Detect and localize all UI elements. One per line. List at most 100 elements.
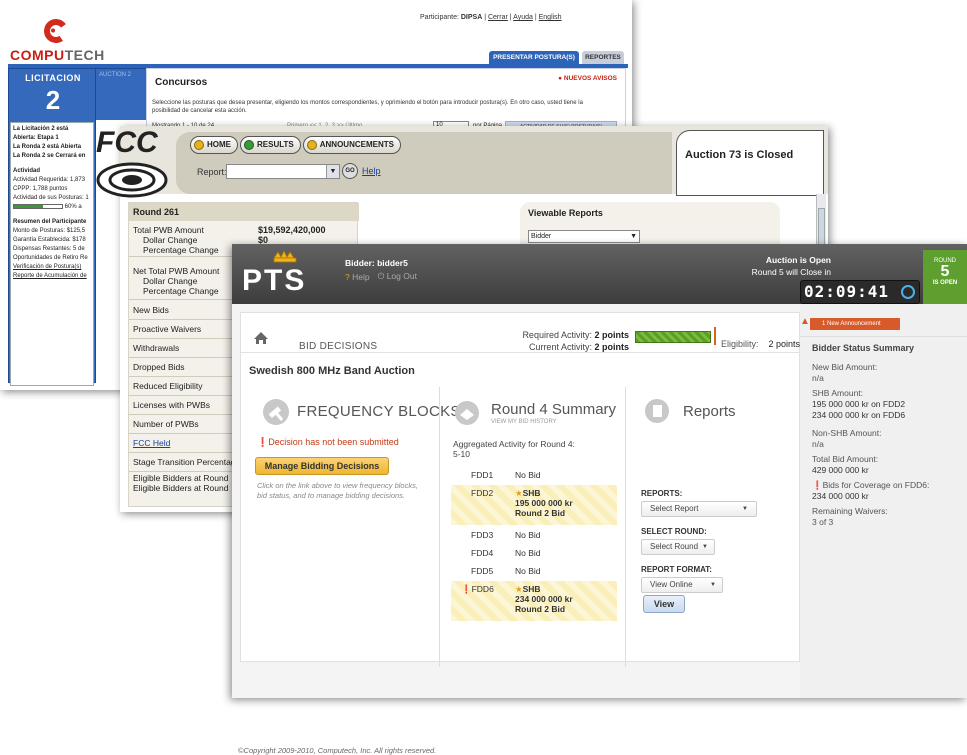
row-label: Stage Transition Percentage [129, 453, 241, 472]
stack-icon [455, 401, 479, 425]
coverage-bids: ❗Bids for Coverage on FDD6: 234 000 000 … [812, 480, 962, 502]
fdd-amount: 234 000 000 kr [515, 594, 573, 604]
status-summary-title: Bidder Status Summary [800, 336, 967, 354]
current-activity-value: 2 points [594, 342, 629, 352]
tab-label: ANNOUNCEMENTS [319, 140, 394, 149]
announcement-button[interactable]: 1 New Announcement [810, 318, 900, 330]
summary-label: Bids for Coverage on FDD6: [822, 480, 930, 490]
round-select[interactable]: Select Round ▼ [641, 539, 715, 555]
tab-presentar-postura[interactable]: PRESENTAR POSTURA(S) [489, 51, 579, 65]
auction-open-label: Auction is Open [765, 255, 831, 265]
row-label: Percentage Change [129, 245, 241, 257]
resumen-line: Dispensas Restantes: 5 de [13, 246, 85, 252]
ayuda-link[interactable]: Ayuda [513, 14, 533, 21]
reporte-link[interactable]: Reporte de Acumulación de [13, 272, 91, 281]
fdd-status: SHB [522, 584, 541, 594]
fdd-status: No Bid [515, 548, 541, 558]
actividad-line: CPPP: 1,788 puntos [13, 186, 68, 192]
nuevos-avisos-link[interactable]: ● NUEVOS AVISOS [558, 75, 617, 82]
round-close-label: Round 5 will Close in [751, 267, 831, 277]
fdd-name: FDD5 [471, 566, 494, 576]
clock-icon [901, 285, 915, 299]
tab-results[interactable]: RESULTS [240, 136, 301, 154]
fdd-name: FDD3 [471, 530, 494, 540]
fdd-row-highlight: FDD2 ★SHB 195 000 000 kr Round 2 Bid [451, 485, 617, 525]
new-bid-amount: New Bid Amount: n/a [812, 362, 962, 384]
fdd-status: No Bid [515, 470, 541, 480]
help-icon: ? [345, 271, 350, 282]
tab-reportes[interactable]: REPORTES [582, 51, 624, 65]
fcc-logo-text: FCC [96, 126, 159, 159]
star-icon: ★ [515, 488, 523, 498]
bell-icon: ▲ [800, 316, 810, 327]
round-badge: ROUND 5 IS OPEN [923, 250, 967, 304]
summary-label: Non-SHB Amount: [812, 428, 882, 438]
panel-tabbar: BID DECISIONS Required Activity: 2 point… [241, 317, 801, 353]
tab-announcements[interactable]: ANNOUNCEMENTS [302, 136, 401, 154]
view-button[interactable]: View [643, 595, 685, 613]
bullet-icon [194, 140, 204, 150]
format-select[interactable]: View Online ▼ [641, 577, 723, 593]
actividad-progress [13, 203, 63, 209]
auction-caption: AUCTION 2 [96, 68, 146, 120]
status-line: La Licitación 2 está Abierta: Etapa 1 [13, 126, 69, 141]
report-select[interactable]: ▼ [226, 164, 340, 179]
round-select-value: Select Round [650, 542, 699, 551]
logout-link[interactable]: ⏻ Log Out [378, 271, 417, 282]
chevron-down-icon: ▼ [702, 544, 708, 550]
verificacion-link[interactable]: Verificación de Postura(s) [13, 263, 91, 272]
fdd-name: FDD2 [471, 488, 494, 498]
logout-label: Log Out [386, 271, 417, 281]
summary-value: 234 000 000 kr [812, 491, 869, 501]
licitacion-block: LICITACION 2 [9, 69, 97, 121]
eligibility-value: 2 points [768, 339, 801, 349]
hint-text: Click on the link above to view frequenc… [257, 481, 418, 500]
eligibility-label: Eligibility: [721, 339, 759, 349]
top-links: Participante: DIPSA | Cerrar | Ayuda | E… [420, 14, 562, 21]
row-label: Number of PWBs [129, 415, 241, 434]
cerrar-link[interactable]: Cerrar [488, 14, 508, 21]
auction-status: Auction is Open Round 5 will Close in [752, 254, 831, 278]
chevron-down-icon: ▼ [710, 582, 716, 588]
gavel-icon [263, 399, 289, 425]
total-pwb-value: $19,592,420,000 [258, 225, 326, 235]
fcc-held-link[interactable]: FCC Held [129, 434, 241, 453]
fdd-name-with-pin: ❗FDD6 [461, 584, 494, 595]
decision-warning: ❗Decision has not been submitted [257, 437, 399, 448]
bidder-status-sidebar: ▲ 1 New Announcement Bidder Status Summa… [800, 304, 967, 698]
manage-bidding-decisions-button[interactable]: Manage Bidding Decisions [255, 457, 389, 475]
fdd-row: FDD4 No Bid [451, 545, 617, 563]
summary-label: New Bid Amount: [812, 362, 878, 372]
format-select-value: View Online [650, 580, 693, 589]
summary-value: 195 000 000 kr on FDD2 [812, 399, 906, 409]
view-bid-history-link[interactable]: VIEW MY BID HISTORY [491, 419, 557, 425]
pts-logo-text: PTS [242, 264, 306, 297]
progress-text: 60% a [64, 204, 82, 210]
bullet-icon [306, 140, 317, 150]
report-select[interactable]: Select Report ▼ [641, 501, 757, 517]
pts-header: PTS Bidder: bidder5 ? Help ⏻ Log Out Auc… [232, 244, 967, 304]
help-link[interactable]: ? Help [345, 272, 370, 282]
viewable-report-select[interactable]: Bidder ▼ [528, 230, 640, 243]
summary-value: 3 of 3 [812, 517, 834, 527]
row-label: Withdrawals [129, 339, 241, 358]
go-button[interactable]: GO [342, 163, 358, 179]
fdd-row: FDD5 No Bid [451, 563, 617, 581]
help-label: Help [352, 271, 370, 282]
fdd-round: Round 2 Bid [515, 508, 566, 518]
divider [625, 387, 626, 667]
row-label: Proactive Waivers [129, 320, 241, 339]
resumen-line: Monto de Posturas: $125,5 [13, 228, 86, 234]
tab-home[interactable]: HOME [190, 136, 238, 154]
row-label: Eligible Bidders at Round [133, 473, 229, 483]
summary-value: n/a [812, 373, 824, 383]
home-icon[interactable] [253, 331, 269, 345]
actividad-title: Actividad [13, 168, 41, 174]
decision-warning-text: Decision has not been submitted [268, 437, 399, 447]
fdd-name: FDD6 [471, 584, 494, 594]
help-link[interactable]: Help [362, 166, 381, 176]
tab-bid-decisions[interactable]: BID DECISIONS [299, 341, 377, 352]
row-label: Reduced Eligibility [129, 377, 241, 396]
summary-value: n/a [812, 439, 824, 449]
english-link[interactable]: English [539, 14, 562, 21]
